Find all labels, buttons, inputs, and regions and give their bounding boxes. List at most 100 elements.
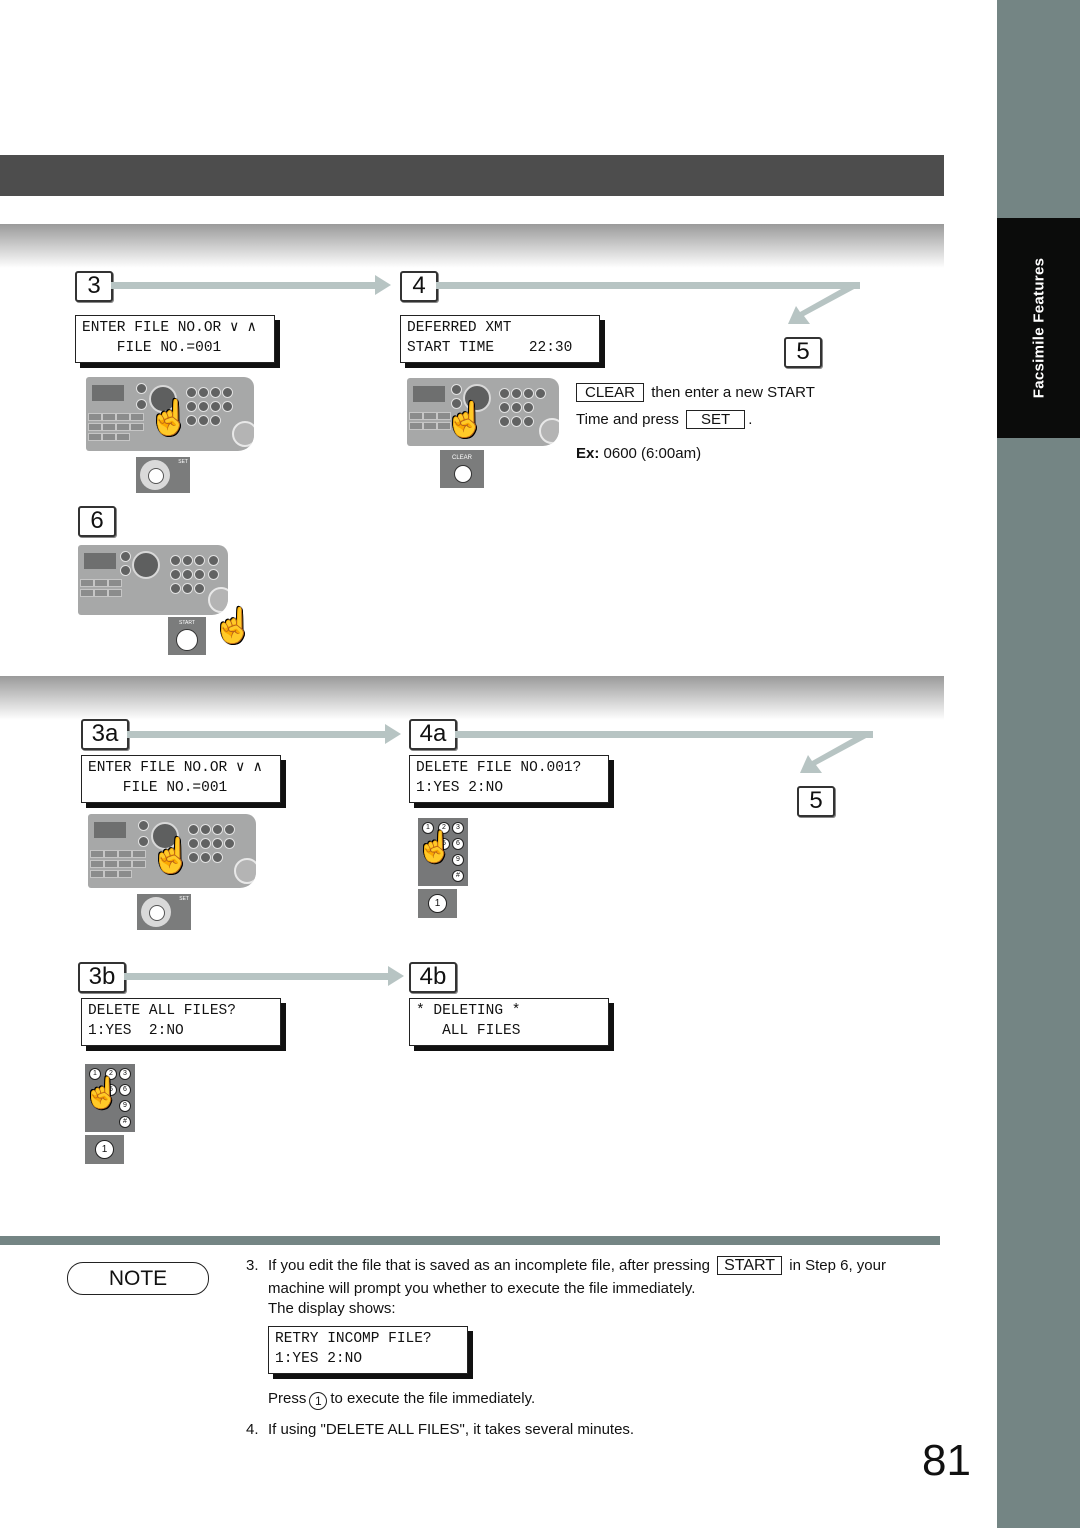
panel-part: [511, 402, 522, 413]
panel-part: [511, 388, 522, 399]
connector-3b-4b: [124, 973, 388, 980]
key-1-inset: 1: [85, 1135, 124, 1164]
panel-part: [104, 860, 118, 868]
panel-part: [200, 824, 211, 835]
step-5-instructions: CLEAR then enter a new START Time and pr…: [576, 383, 815, 462]
panel-part: [88, 413, 102, 421]
keypad-key: #: [119, 1116, 131, 1128]
panel-part: [523, 416, 534, 427]
lcd-line-2: FILE NO.=001: [82, 340, 222, 356]
section-band-1: [0, 224, 944, 268]
note-item-4-number: 4.: [246, 1421, 259, 1438]
pointing-hand-icon: ☝: [83, 1077, 121, 1110]
step-4a-number: 4a: [409, 719, 457, 750]
panel-part: [88, 423, 102, 431]
panel-part: [94, 589, 108, 597]
panel-part: [116, 413, 130, 421]
panel-part: [104, 870, 118, 878]
panel-part: [210, 401, 221, 412]
section-tab: Facsimile Features: [997, 218, 1080, 438]
panel-part: [104, 850, 118, 858]
panel-part: [90, 850, 104, 858]
lcd-display-step-3a: ENTER FILE NO.OR ∨ ∧ FILE NO.=001: [81, 755, 281, 803]
keypad-key: 9: [119, 1100, 131, 1112]
panel-part: [409, 412, 423, 420]
panel-part: [92, 385, 124, 401]
panel-part: [194, 583, 205, 594]
panel-part: [200, 838, 211, 849]
clear-key-inset: CLEAR: [440, 450, 484, 488]
lcd-line-1: DELETE ALL FILES?: [88, 1003, 236, 1019]
section-band-2: [0, 676, 944, 720]
panel-part: [535, 388, 546, 399]
panel-part: [80, 579, 94, 587]
inset-label: SET: [178, 459, 188, 465]
panel-part: [170, 555, 181, 566]
clear-button-icon: [454, 465, 472, 483]
panel-part: [80, 589, 94, 597]
panel-part: [198, 401, 209, 412]
title-bar: [0, 155, 944, 196]
clear-key-label: CLEAR: [576, 383, 645, 402]
panel-part: [409, 422, 423, 430]
arrow-to-step-5-icon: [788, 282, 860, 324]
panel-part: [118, 870, 132, 878]
panel-part: [523, 402, 534, 413]
panel-part: [212, 838, 223, 849]
panel-part: [120, 565, 131, 576]
lcd-line-2: 1:YES 2:NO: [88, 1023, 184, 1039]
keypad-illustration: 123 56 9 # ☝: [416, 818, 468, 886]
panel-part: [423, 422, 437, 430]
instruction-text: Time and press: [576, 411, 679, 428]
panel-part: [138, 836, 149, 847]
lcd-line-1: DELETE FILE NO.001?: [416, 760, 582, 776]
lcd-line-1: RETRY INCOMP FILE?: [275, 1331, 432, 1347]
panel-part: [210, 415, 221, 426]
panel-part: [102, 413, 116, 421]
lcd-line-2: 1:YES 2:NO: [275, 1351, 363, 1367]
panel-part: [118, 860, 132, 868]
inset-label: CLEAR: [451, 455, 472, 461]
panel-part: [138, 820, 149, 831]
note-text: in Step 6, your: [789, 1257, 886, 1274]
example-label: Ex:: [576, 445, 600, 462]
panel-part: [200, 852, 211, 863]
note-item-4: If using "DELETE ALL FILES", it takes se…: [268, 1421, 635, 1438]
panel-part: [188, 824, 199, 835]
step-6-number: 6: [78, 506, 116, 537]
note-text: The display shows:: [268, 1300, 396, 1317]
keypad-key: 9: [452, 854, 464, 866]
connector-3-4: [111, 282, 375, 289]
panel-part: [136, 383, 147, 394]
start-key-label: START: [717, 1256, 783, 1275]
lcd-line-2: ALL FILES: [416, 1023, 521, 1039]
arrow-icon: [385, 724, 401, 744]
arrow-icon: [375, 275, 391, 295]
panel-part: [94, 822, 126, 838]
panel-part: [182, 569, 193, 580]
note-text: machine will prompt you whether to execu…: [268, 1280, 696, 1297]
keypad-key: 3: [452, 822, 464, 834]
inset-label: START: [179, 620, 195, 626]
panel-part: [90, 870, 104, 878]
panel-part: [212, 852, 223, 863]
lcd-display-step-3: ENTER FILE NO.OR ∨ ∧ FILE NO.=001: [75, 315, 275, 363]
panel-part: [132, 860, 146, 868]
panel-part: [170, 583, 181, 594]
lcd-display-step-4a: DELETE FILE NO.001? 1:YES 2:NO: [409, 755, 609, 803]
connector-3a-4a: [127, 731, 385, 738]
panel-part: [539, 418, 559, 444]
page-number: 81: [922, 1436, 971, 1485]
set-key-label: SET: [686, 410, 746, 429]
panel-part: [182, 555, 193, 566]
note-text: If you edit the file that is saved as an…: [268, 1257, 710, 1274]
inset-label: SET: [179, 896, 189, 902]
panel-part: [136, 399, 147, 410]
start-key-inset: START: [168, 617, 206, 655]
panel-part: [232, 421, 254, 447]
panel-part: [116, 423, 130, 431]
panel-part: [224, 824, 235, 835]
note-divider: [0, 1236, 940, 1245]
panel-part: [132, 850, 146, 858]
panel-part: [84, 553, 116, 569]
